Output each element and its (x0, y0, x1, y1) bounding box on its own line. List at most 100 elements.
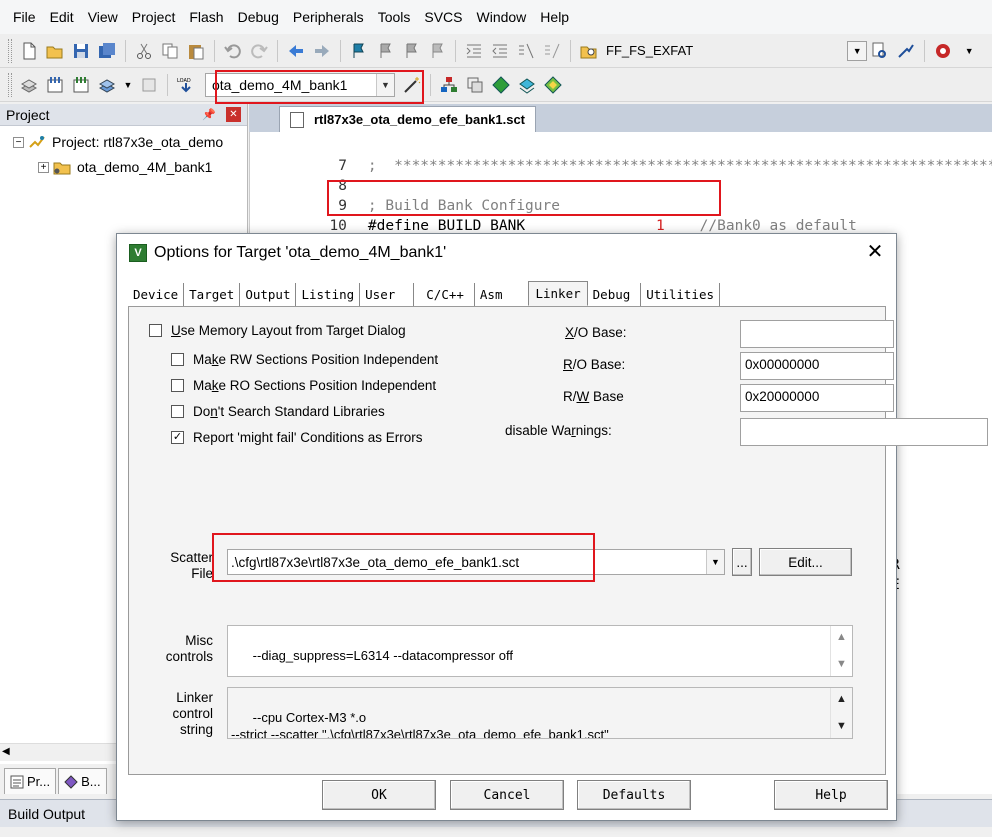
indent-icon[interactable] (463, 40, 485, 62)
close-icon[interactable]: ✕ (226, 107, 241, 122)
cancel-button[interactable]: Cancel (450, 780, 564, 810)
comment-icon[interactable] (515, 40, 537, 62)
ok-button[interactable]: OK (322, 780, 436, 810)
tab-project[interactable]: Pr... (4, 768, 57, 794)
ro-position-independent-checkbox[interactable]: Make RO Sections Position Independent (171, 378, 436, 393)
select-software-packs-icon[interactable] (516, 74, 538, 96)
paste-icon[interactable] (185, 40, 207, 62)
collapse-icon[interactable]: − (13, 136, 24, 148)
cut-icon[interactable] (133, 40, 155, 62)
manage-run-time-environment-icon[interactable] (542, 74, 564, 96)
menu-item-peripherals[interactable]: Peripherals (286, 0, 371, 34)
find-in-files-icon[interactable] (578, 40, 600, 62)
menu-item-edit[interactable]: Edit (43, 0, 81, 34)
batch-build-icon[interactable] (96, 74, 118, 96)
rw-position-independent-checkbox[interactable]: Make RW Sections Position Independent (171, 352, 438, 367)
linker-control-string-textarea[interactable]: --cpu Cortex-M3 *.o --strict --scatter "… (227, 687, 853, 739)
menu-item-svcs[interactable]: SVCS (417, 0, 469, 34)
toolbar-grip[interactable] (8, 72, 12, 97)
rw-base-input[interactable]: 0x20000000 (740, 384, 894, 412)
tab-linker[interactable]: Linker (528, 281, 588, 306)
tab-device[interactable]: Device (128, 283, 185, 306)
toolbar-grip[interactable] (8, 38, 12, 63)
scroll-up-icon[interactable]: ▲ (836, 691, 847, 708)
bookmark-icon[interactable] (348, 40, 370, 62)
next-bookmark-icon[interactable] (400, 40, 422, 62)
menu-item-flash[interactable]: Flash (182, 0, 230, 34)
scroll-up-icon[interactable]: ▲ (836, 629, 847, 646)
tab-listing[interactable]: Listing (296, 283, 361, 306)
save-icon[interactable] (70, 40, 92, 62)
chevron-down-icon[interactable]: ▼ (706, 550, 724, 574)
redo-icon[interactable] (248, 40, 270, 62)
new-file-icon[interactable] (18, 40, 40, 62)
checkbox-box[interactable] (171, 405, 184, 418)
tab-output[interactable]: Output (240, 283, 297, 306)
tab-user[interactable]: User (360, 283, 415, 306)
scatter-file-select[interactable]: .\cfg\rtl87x3e\rtl87x3e_ota_demo_efe_ban… (227, 549, 725, 575)
manage-components-icon[interactable] (464, 74, 486, 96)
menu-item-debug[interactable]: Debug (231, 0, 286, 34)
menu-item-view[interactable]: View (81, 0, 125, 34)
checkbox-box[interactable] (171, 353, 184, 366)
stop-build-icon[interactable] (138, 74, 160, 96)
tab-books[interactable]: B... (58, 768, 107, 794)
tab-debug[interactable]: Debug (587, 283, 642, 306)
checkmark-icon[interactable]: ✓ (171, 431, 184, 444)
chevron-down-icon[interactable]: ▼ (376, 73, 394, 96)
help-button[interactable]: Help (774, 780, 888, 810)
expand-icon[interactable]: + (38, 161, 49, 173)
scroll-left-icon[interactable]: ◀ (2, 746, 10, 757)
checkbox-box[interactable] (171, 379, 184, 392)
scroll-down-icon[interactable]: ▼ (836, 718, 847, 735)
dont-search-libraries-checkbox[interactable]: Don't Search Standard Libraries (171, 404, 385, 419)
menu-item-tools[interactable]: Tools (371, 0, 418, 34)
might-fail-errors-checkbox[interactable]: ✓ Report 'might fail' Conditions as Erro… (171, 430, 423, 445)
tab-asm[interactable]: Asm (474, 283, 529, 306)
open-folder-icon[interactable] (44, 40, 66, 62)
pin-icon[interactable]: 📌 (202, 108, 216, 121)
tab-target[interactable]: Target (184, 283, 241, 306)
target-select[interactable]: ota_demo_4M_bank1 ▼ (205, 72, 395, 97)
tab-utilities[interactable]: Utilities (641, 283, 721, 306)
misc-scrollbar[interactable]: ▲ ▼ (830, 626, 852, 676)
undo-icon[interactable] (222, 40, 244, 62)
tree-root[interactable]: − Project: rtl87x3e_ota_demo (13, 134, 223, 150)
file-extensions-icon[interactable] (438, 74, 460, 96)
uncomment-icon[interactable] (541, 40, 563, 62)
menu-item-help[interactable]: Help (533, 0, 576, 34)
translate-icon[interactable] (18, 74, 40, 96)
debug-session-icon[interactable] (932, 40, 954, 62)
editor-tab-active[interactable]: rtl87x3e_ota_demo_efe_bank1.sct (279, 106, 537, 132)
scroll-down-icon[interactable]: ▼ (836, 656, 847, 673)
prev-bookmark-icon[interactable] (374, 40, 396, 62)
chevron-down-icon[interactable]: ▼ (122, 74, 134, 96)
linker-string-scrollbar[interactable]: ▲ ▼ (830, 688, 852, 738)
tab-c-cpp[interactable]: C/C++ (414, 283, 475, 306)
ro-base-input[interactable]: 0x00000000 (740, 352, 894, 380)
chevron-down-icon[interactable]: ▼ (958, 40, 980, 62)
use-memory-layout-checkbox[interactable]: Use Memory Layout from Target Dialog (149, 323, 406, 338)
disable-warnings-input[interactable] (740, 418, 988, 446)
navigate-back-icon[interactable] (285, 40, 307, 62)
unindent-icon[interactable] (489, 40, 511, 62)
close-icon[interactable]: ✕ (864, 241, 886, 263)
menu-item-file[interactable]: File (6, 0, 43, 34)
find-icon[interactable] (869, 40, 891, 62)
checkbox-box[interactable] (149, 324, 162, 337)
copy-icon[interactable] (159, 40, 181, 62)
dialog-titlebar[interactable]: V Options for Target 'ota_demo_4M_bank1' (117, 234, 896, 272)
build-icon[interactable] (44, 74, 66, 96)
pack-installer-icon[interactable] (490, 74, 512, 96)
navigate-forward-icon[interactable] (311, 40, 333, 62)
menu-item-window[interactable]: Window (470, 0, 534, 34)
clear-bookmarks-icon[interactable] (426, 40, 448, 62)
find-dropdown-button[interactable]: ▼ (847, 40, 868, 61)
find-target-text[interactable]: FF_FS_EXFAT (606, 43, 693, 58)
tree-item-target[interactable]: + ota_demo_4M_bank1 (38, 159, 212, 175)
menu-item-project[interactable]: Project (125, 0, 183, 34)
browse-scatter-button[interactable]: ... (732, 548, 752, 576)
target-options-wand-icon[interactable] (401, 74, 423, 96)
xo-base-input[interactable] (740, 320, 894, 348)
misc-controls-textarea[interactable]: --diag_suppress=L6314 --datacompressor o… (227, 625, 853, 677)
